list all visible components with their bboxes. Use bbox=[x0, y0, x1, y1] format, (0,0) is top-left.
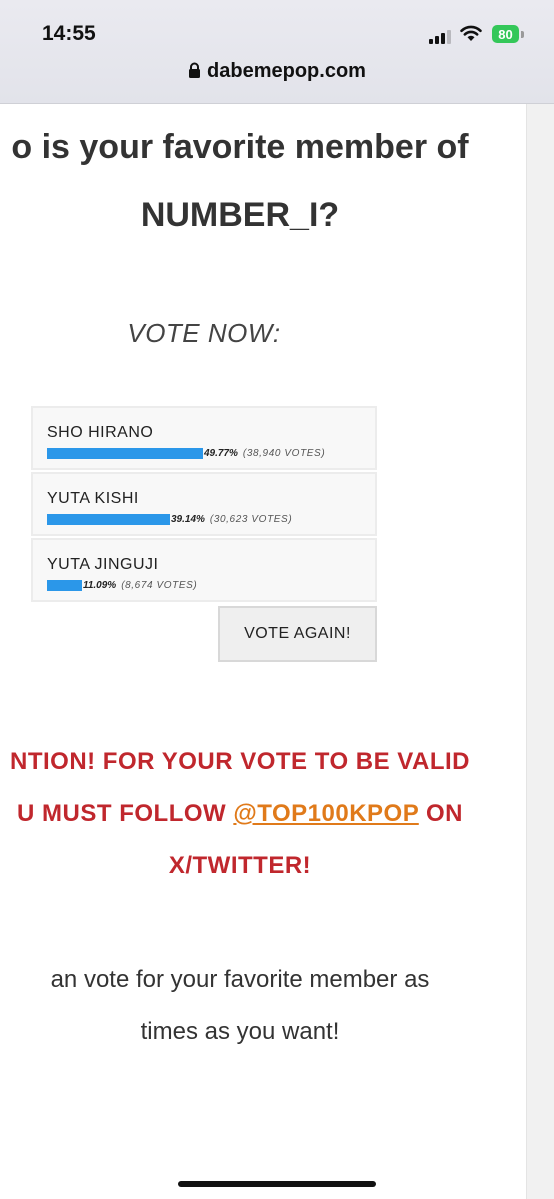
attention-prefix: U MUST FOLLOW bbox=[17, 800, 234, 827]
result-votes: (8,674 VOTES) bbox=[121, 579, 198, 591]
result-bar bbox=[47, 513, 170, 525]
result-votes: (38,940 VOTES) bbox=[242, 447, 326, 459]
result-percent: 39.14% bbox=[171, 513, 205, 525]
poll-question-line-2: NUMBER_I? bbox=[140, 196, 340, 234]
browser-top-bar: 14:55 80 dabemepop.com bbox=[0, 0, 554, 104]
info-text-line-1: an vote for your favorite member as bbox=[50, 966, 430, 993]
option-name: SHO HIRANO bbox=[47, 424, 154, 441]
result-row: 39.14% (30,623 VOTES) bbox=[47, 513, 292, 525]
vote-now-heading: VOTE NOW: bbox=[127, 318, 281, 348]
result-bar bbox=[47, 447, 203, 459]
twitter-account-link[interactable]: @TOP100KPOP bbox=[233, 800, 418, 827]
result-percent: 11.09% bbox=[83, 579, 117, 591]
home-indicator[interactable] bbox=[178, 1181, 376, 1187]
wifi-icon bbox=[460, 25, 482, 41]
result-row: 49.77% (38,940 VOTES) bbox=[47, 447, 325, 459]
option-name: YUTA KISHI bbox=[47, 490, 139, 507]
battery-tip bbox=[521, 31, 524, 38]
poll-option: YUTA KISHI 39.14% (30,623 VOTES) bbox=[31, 472, 377, 536]
page-scrollbar[interactable] bbox=[526, 104, 554, 1199]
result-row: 11.09% (8,674 VOTES) bbox=[47, 579, 197, 591]
attention-line-2: U MUST FOLLOW @TOP100KPOP ON bbox=[0, 800, 526, 828]
battery-level: 80 bbox=[498, 26, 513, 42]
info-text-line-2: times as you want! bbox=[140, 1018, 340, 1045]
result-percent: 49.77% bbox=[204, 447, 238, 459]
poll-option: YUTA JINGUJI 11.09% (8,674 VOTES) bbox=[31, 538, 377, 602]
cellular-signal-icon bbox=[429, 28, 451, 44]
attention-line-1: NTION! FOR YOUR VOTE TO BE VALID bbox=[9, 748, 471, 775]
lock-icon bbox=[189, 62, 201, 78]
option-name: YUTA JINGUJI bbox=[47, 556, 159, 573]
poll-results: SHO HIRANO 49.77% (38,940 VOTES) YUTA KI… bbox=[31, 406, 377, 604]
result-bar bbox=[47, 579, 82, 591]
result-votes: (30,623 VOTES) bbox=[209, 513, 293, 525]
web-page-content: o is your favorite member of NUMBER_I? V… bbox=[0, 104, 526, 1199]
poll-option: SHO HIRANO 49.77% (38,940 VOTES) bbox=[31, 406, 377, 470]
poll-question-line-1: o is your favorite member of bbox=[11, 128, 469, 166]
attention-suffix: ON bbox=[418, 800, 463, 827]
attention-line-3: X/TWITTER! bbox=[168, 852, 312, 879]
vote-again-button[interactable]: VOTE AGAIN! bbox=[218, 606, 377, 662]
status-time: 14:55 bbox=[42, 22, 96, 45]
address-bar[interactable]: dabemepop.com bbox=[0, 60, 554, 83]
url-text: dabemepop.com bbox=[207, 60, 366, 82]
battery-icon: 80 bbox=[492, 25, 519, 43]
